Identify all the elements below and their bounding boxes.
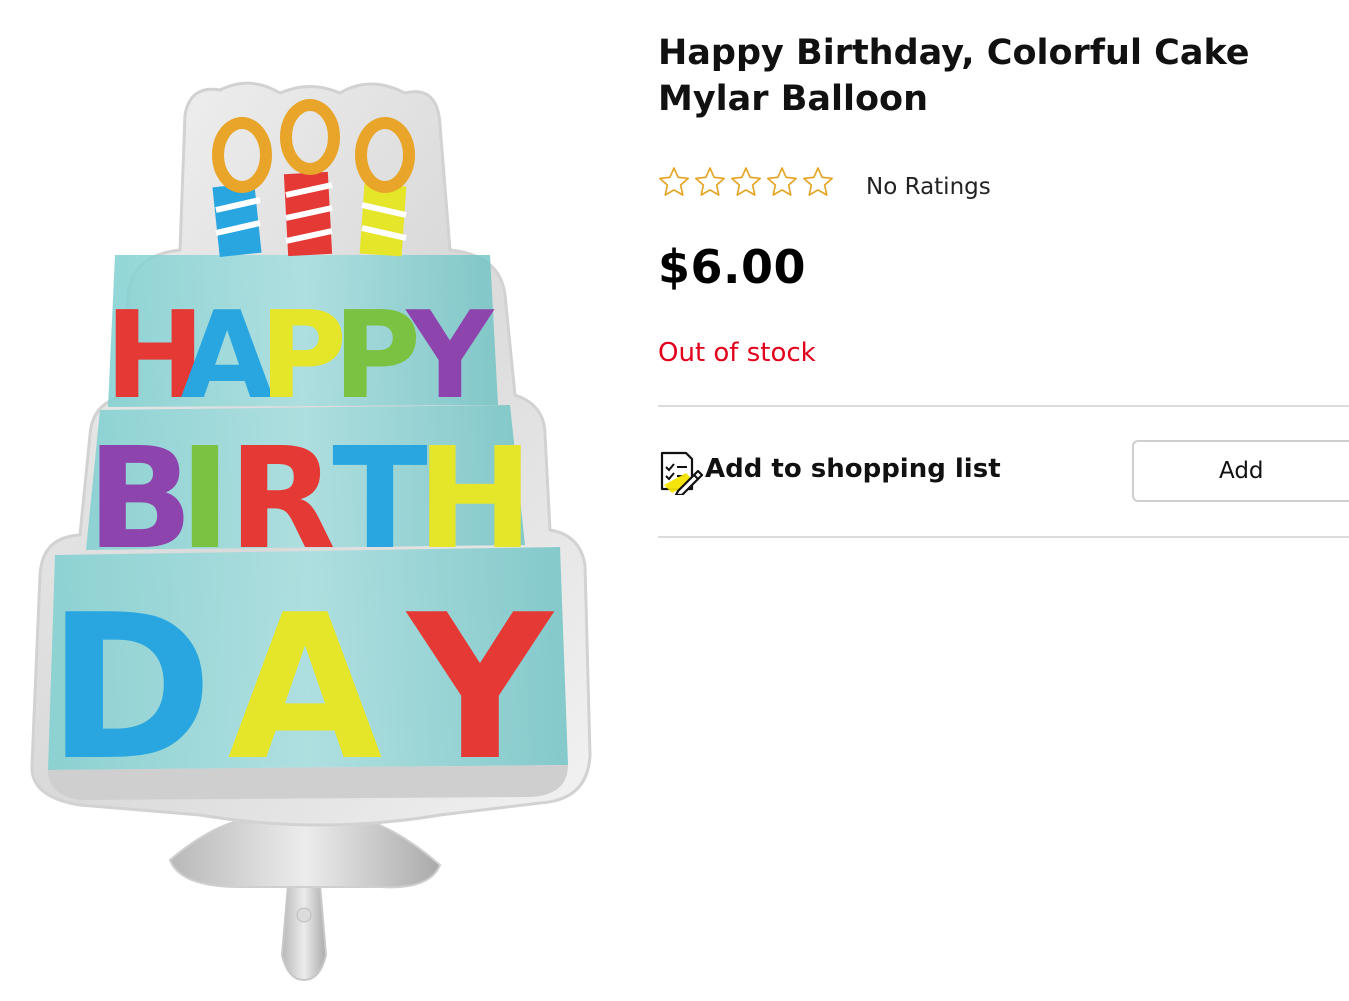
svg-text:D: D <box>47 572 213 805</box>
svg-text:A: A <box>228 572 383 805</box>
star-outline-icon <box>695 167 725 196</box>
rating-stars <box>658 166 834 198</box>
add-to-list-button[interactable]: Add <box>1132 440 1349 502</box>
star-outline-icon <box>767 167 797 196</box>
divider <box>658 536 1349 538</box>
shopping-list-row: Add to shopping list Add <box>658 440 1349 504</box>
svg-text:Y: Y <box>406 572 555 805</box>
svg-text:R: R <box>228 418 336 581</box>
divider <box>658 405 1349 407</box>
star-outline-icon <box>803 167 833 196</box>
svg-text:T: T <box>332 418 428 581</box>
svg-text:I: I <box>179 418 231 581</box>
stock-status: Out of stock <box>658 338 816 368</box>
product-title: Happy Birthday, Colorful Cake Mylar Ball… <box>658 33 1250 119</box>
cake-balloon-illustration: H A P P Y B I R T H D A Y <box>30 81 592 982</box>
svg-text:Y: Y <box>405 287 496 426</box>
product-price: $6.00 <box>658 240 807 294</box>
svg-text:B: B <box>87 418 194 581</box>
svg-text:H: H <box>416 418 533 581</box>
ratings-count-label: No Ratings <box>866 174 991 200</box>
checklist-pencil-icon <box>660 451 704 495</box>
star-outline-icon <box>659 167 689 196</box>
product-info: Happy Birthday, Colorful Cake Mylar Ball… <box>658 0 1349 1001</box>
star-outline-icon <box>731 167 761 196</box>
rating-row[interactable]: No Ratings <box>658 162 991 202</box>
product-image: H A P P Y B I R T H D A Y <box>20 75 600 990</box>
add-to-shopping-list-label: Add to shopping list <box>705 454 1001 484</box>
